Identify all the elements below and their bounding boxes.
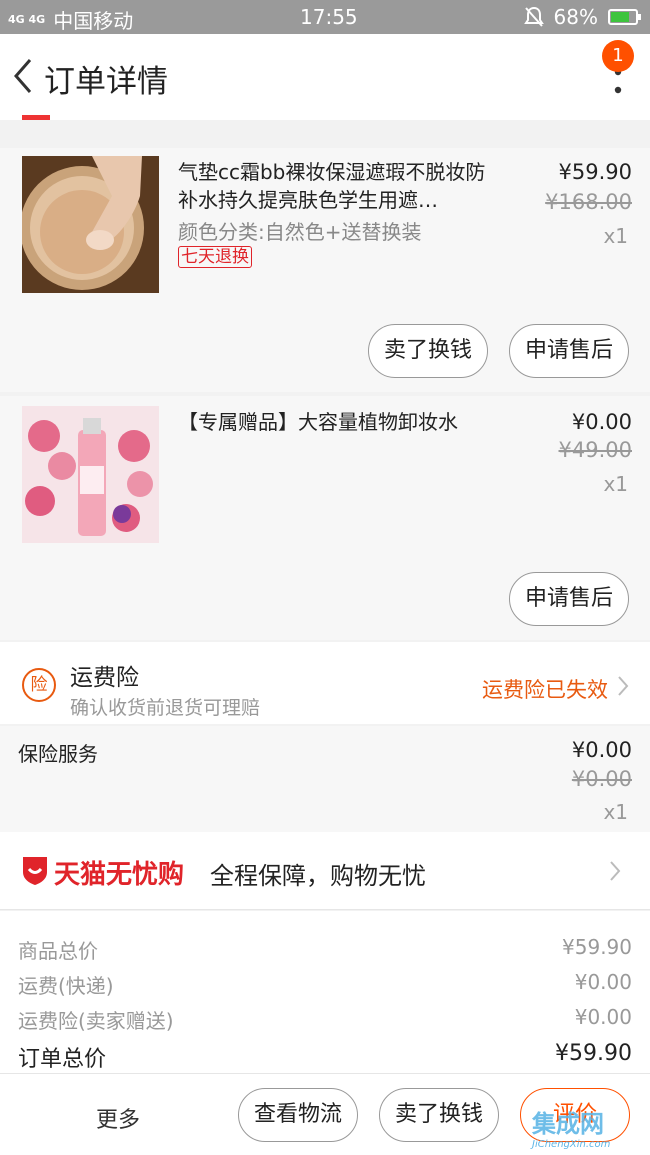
order-item[interactable]: 气垫cc霜bb裸妆保湿遮瑕不脱妆防补水持久提亮肤色学生用遮… 颜色分类:自然色+… — [0, 148, 650, 392]
summary-row: 商品总价 ¥59.90 — [18, 935, 632, 965]
after-sales-button[interactable]: 申请售后 — [509, 572, 629, 626]
summary-row: 运费(快递) ¥0.00 — [18, 970, 632, 1000]
summary-label: 运费(快递) — [18, 974, 114, 998]
insurance-title: 运费险 — [70, 665, 139, 691]
product-image[interactable] — [22, 406, 159, 543]
product-original-price: ¥168.00 — [545, 190, 632, 214]
sell-for-cash-button[interactable]: 卖了换钱 — [379, 1088, 499, 1142]
insurance-status: 运费险已失效 — [482, 678, 608, 702]
status-bar: 4G 4G 中国移动 17:55 68% — [0, 0, 650, 34]
clock: 17:55 — [300, 5, 358, 29]
watermark-url: JiChengXin.com — [532, 1139, 611, 1150]
sell-for-cash-button[interactable]: 卖了换钱 — [368, 324, 488, 378]
tmall-brand: 天猫无忧购 — [54, 860, 185, 890]
order-total-label: 订单总价 — [18, 1047, 107, 1072]
product-spec: 颜色分类:自然色+送替换装 — [178, 220, 422, 244]
summary-label: 运费险(卖家赠送) — [18, 1009, 174, 1033]
shield-icon — [23, 857, 47, 885]
insurance-service-item: 保险服务 ¥0.00 ¥0.00 x1 — [0, 726, 650, 832]
order-total-value: ¥59.90 — [555, 1041, 632, 1066]
notification-badge[interactable]: 1 — [602, 40, 634, 72]
product-price: ¥0.00 — [571, 410, 632, 434]
summary-value: ¥59.90 — [562, 935, 632, 959]
chevron-right-icon — [618, 676, 629, 696]
after-sales-button[interactable]: 申请售后 — [509, 324, 629, 378]
product-title[interactable]: 【专属赠品】大容量植物卸妆水 — [178, 408, 488, 436]
order-summary: 商品总价 ¥59.90 运费(快递) ¥0.00 运费险(卖家赠送) ¥0.00… — [0, 911, 650, 1073]
insurance-subtitle: 确认收货前退货可理赔 — [70, 697, 261, 719]
summary-label: 商品总价 — [18, 939, 98, 963]
scrolled-shop-header — [22, 110, 222, 120]
battery-percent: 68% — [553, 5, 598, 29]
watermark-logo: 集成网 — [532, 1110, 604, 1138]
chevron-right-icon — [610, 861, 621, 881]
more-button[interactable]: 更多 — [96, 1102, 140, 1134]
order-item[interactable]: 【专属赠品】大容量植物卸妆水 ¥0.00 ¥49.00 x1 申请售后 — [0, 396, 650, 640]
chevron-left-icon[interactable] — [8, 56, 38, 96]
product-title[interactable]: 气垫cc霜bb裸妆保湿遮瑕不脱妆防补水持久提亮肤色学生用遮… — [178, 158, 488, 214]
insurance-service-price: ¥0.00 — [571, 738, 632, 762]
product-original-price: ¥49.00 — [558, 438, 632, 462]
battery-icon — [608, 9, 641, 25]
product-price: ¥59.90 — [558, 160, 632, 184]
insurance-service-qty: x1 — [603, 800, 628, 824]
shipping-insurance-row[interactable]: 险 运费险 确认收货前退货可理赔 运费险已失效 — [0, 642, 650, 724]
insurance-service-original-price: ¥0.00 — [571, 767, 632, 791]
page-title: 订单详情 — [44, 64, 168, 100]
return-policy-tag: 七天退换 — [178, 246, 252, 268]
tmall-guarantee-row[interactable]: 天猫无忧购 全程保障，购物无忧 — [0, 832, 650, 910]
nav-bar: 订单详情 1 — [0, 34, 650, 120]
product-qty: x1 — [603, 472, 628, 496]
insurance-service-label: 保险服务 — [18, 742, 98, 766]
order-total-row: 订单总价 ¥59.90 — [18, 1041, 632, 1072]
watermark: 集成网 JiChengXin.com — [532, 1104, 650, 1155]
summary-row: 运费险(卖家赠送) ¥0.00 — [18, 1005, 632, 1035]
summary-value: ¥0.00 — [574, 970, 632, 994]
summary-value: ¥0.00 — [574, 1005, 632, 1029]
product-image[interactable] — [22, 156, 159, 293]
bell-muted-icon — [523, 6, 544, 27]
insurance-icon: 险 — [22, 668, 56, 702]
tmall-slogan: 全程保障，购物无忧 — [210, 862, 426, 890]
view-logistics-button[interactable]: 查看物流 — [238, 1088, 358, 1142]
product-qty: x1 — [603, 224, 628, 248]
carrier-label: 中国移动 — [53, 9, 134, 33]
signal-icon: 4G 4G — [8, 13, 46, 26]
